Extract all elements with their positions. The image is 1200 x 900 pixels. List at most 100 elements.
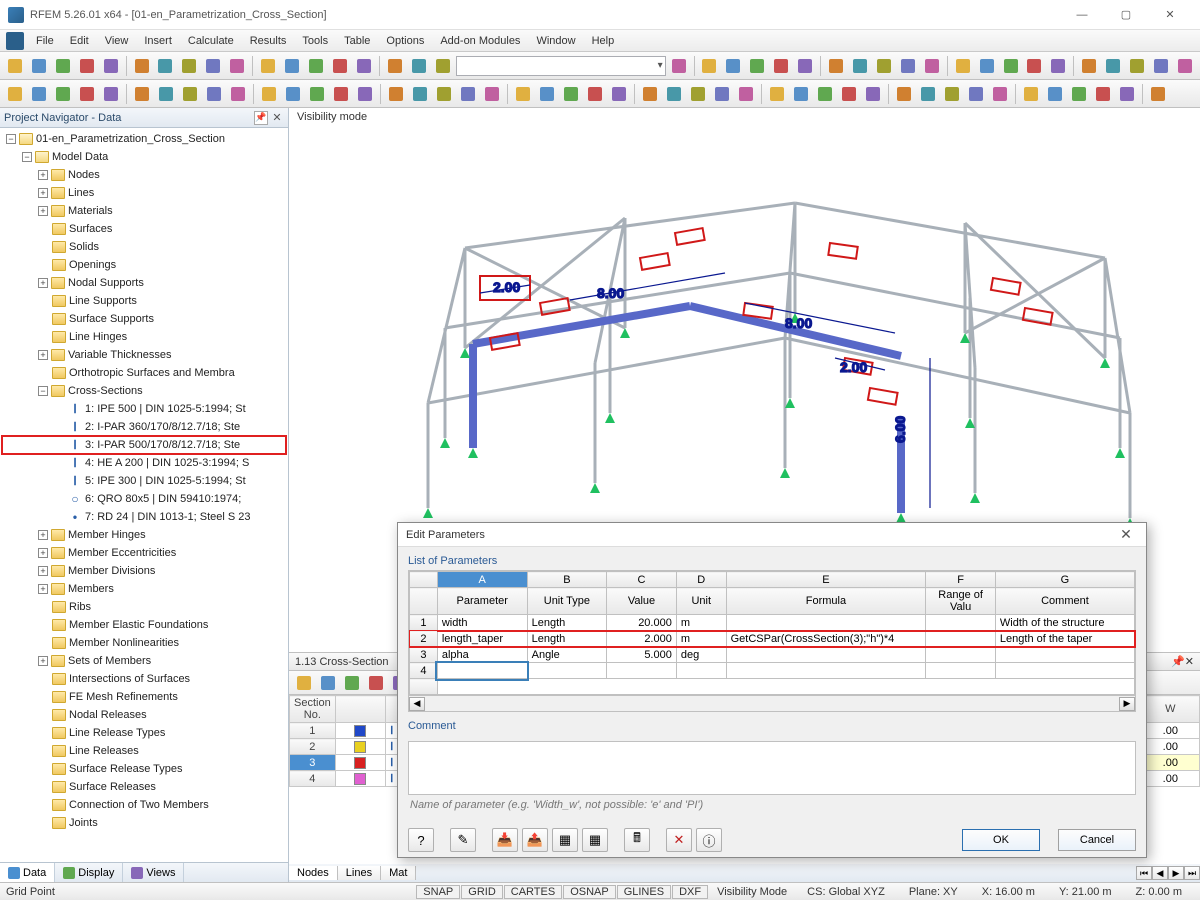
toolbar-button[interactable] xyxy=(179,83,201,105)
table-tab-nodes[interactable]: Nodes xyxy=(289,866,338,880)
tree-node[interactable]: Ⅰ5: IPE 300 | DIN 1025-5:1994; St xyxy=(2,472,286,490)
toolbar-button[interactable] xyxy=(408,55,430,77)
toolbar-button[interactable] xyxy=(4,55,26,77)
toolbar-button[interactable] xyxy=(282,83,304,105)
info-button[interactable]: ⓘ xyxy=(696,828,722,852)
toolbar-button[interactable] xyxy=(941,83,963,105)
toolbar-button[interactable] xyxy=(560,83,582,105)
ok-button[interactable]: OK xyxy=(962,829,1040,851)
maximize-button[interactable]: ▢ xyxy=(1104,1,1148,29)
param-row[interactable]: 4 xyxy=(410,663,1135,679)
toolbar-button[interactable] xyxy=(384,55,406,77)
toolbar-button[interactable] xyxy=(317,672,339,694)
tree-node[interactable]: −Cross-Sections xyxy=(2,382,286,400)
loadcase-combo[interactable]: ▾ xyxy=(456,56,666,76)
table-tab-mat[interactable]: Mat xyxy=(381,866,416,880)
menu-help[interactable]: Help xyxy=(584,33,623,49)
menu-tools[interactable]: Tools xyxy=(294,33,336,49)
toolbar-button[interactable] xyxy=(329,55,351,77)
menu-table[interactable]: Table xyxy=(336,33,378,49)
toolbar-button[interactable] xyxy=(52,83,74,105)
toolbar-button[interactable] xyxy=(76,83,98,105)
tree-node[interactable]: Connection of Two Members xyxy=(2,796,286,814)
scroll-right-button[interactable]: ▶ xyxy=(1119,697,1135,711)
toolbar-button[interactable] xyxy=(354,83,376,105)
tree-node[interactable]: +Variable Thicknesses xyxy=(2,346,286,364)
param-row[interactable]: 3alphaAngle5.000deg xyxy=(410,647,1135,663)
toolbar-button[interactable] xyxy=(1150,55,1172,77)
table-next-button[interactable]: ▶ xyxy=(1168,866,1184,880)
tree-node[interactable]: Ⅰ2: I-PAR 360/170/8/12.7/18; Ste xyxy=(2,418,286,436)
toolbar-button[interactable] xyxy=(52,55,74,77)
toolbar-button[interactable] xyxy=(341,672,363,694)
parameters-grid[interactable]: ABCDEFG ParameterUnit TypeValueUnitFormu… xyxy=(408,570,1136,696)
toolbar-button[interactable] xyxy=(989,83,1011,105)
expand-icon[interactable]: + xyxy=(38,656,48,666)
toolbar-button[interactable] xyxy=(4,83,26,105)
expand-icon[interactable]: + xyxy=(38,566,48,576)
tree-node[interactable]: Member Elastic Foundations xyxy=(2,616,286,634)
calculator-button[interactable]: 🖩 xyxy=(624,828,650,852)
scroll-left-button[interactable]: ◀ xyxy=(409,697,425,711)
tree-node[interactable]: •7: RD 24 | DIN 1013-1; Steel S 23 xyxy=(2,508,286,526)
toolbar-button[interactable] xyxy=(711,83,733,105)
delete-button[interactable]: ✕ xyxy=(666,828,692,852)
collapse-icon[interactable]: − xyxy=(22,152,32,162)
toolbar-button[interactable] xyxy=(838,83,860,105)
toolbar-button[interactable] xyxy=(849,55,871,77)
app-menu-icon[interactable] xyxy=(6,32,24,50)
table-first-button[interactable]: ⏮ xyxy=(1136,866,1152,880)
tree-node[interactable]: Intersections of Surfaces xyxy=(2,670,286,688)
toolbar-button[interactable] xyxy=(952,55,974,77)
tree-node[interactable]: Ribs xyxy=(2,598,286,616)
toolbar-button[interactable] xyxy=(28,83,50,105)
toolbar-button[interactable] xyxy=(663,83,685,105)
nav-tab-data[interactable]: Data xyxy=(0,863,55,882)
tree-node[interactable]: +Nodes xyxy=(2,166,286,184)
toolbar-button[interactable] xyxy=(258,83,280,105)
tree-node[interactable]: +Lines xyxy=(2,184,286,202)
toolbar-button[interactable] xyxy=(687,83,709,105)
toolbar-button[interactable] xyxy=(699,55,721,77)
edit-button[interactable]: ✎ xyxy=(450,828,476,852)
excel-in-icon[interactable]: ▦ xyxy=(552,828,578,852)
menu-addon[interactable]: Add-on Modules xyxy=(432,33,528,49)
menu-insert[interactable]: Insert xyxy=(136,33,180,49)
toolbar-button[interactable] xyxy=(293,672,315,694)
close-button[interactable]: ✕ xyxy=(1148,1,1192,29)
toolbar-button[interactable] xyxy=(178,55,200,77)
toolbar-button[interactable] xyxy=(432,55,454,77)
toolbar-button[interactable] xyxy=(921,55,943,77)
tree-node[interactable]: +Sets of Members xyxy=(2,652,286,670)
tree-node[interactable]: Surfaces xyxy=(2,220,286,238)
expand-icon[interactable]: + xyxy=(38,278,48,288)
toolbar-button[interactable] xyxy=(330,83,352,105)
table-close-button[interactable]: ✕ xyxy=(1185,655,1194,668)
toolbar-button[interactable] xyxy=(608,83,630,105)
toolbar-button[interactable] xyxy=(1174,55,1196,77)
tree-node[interactable]: +Member Eccentricities xyxy=(2,544,286,562)
tree-node[interactable]: Surface Supports xyxy=(2,310,286,328)
toolbar-button[interactable] xyxy=(814,83,836,105)
toolbar-button[interactable] xyxy=(202,55,224,77)
toolbar-button[interactable] xyxy=(639,83,661,105)
toolbar-button[interactable] xyxy=(155,83,177,105)
import-button[interactable]: 📥 xyxy=(492,828,518,852)
toolbar-button[interactable] xyxy=(766,83,788,105)
toolbar-button[interactable] xyxy=(409,83,431,105)
tree-node[interactable]: Line Hinges xyxy=(2,328,286,346)
toolbar-button[interactable] xyxy=(100,83,122,105)
toolbar-button[interactable] xyxy=(584,83,606,105)
tree-node[interactable]: Solids xyxy=(2,238,286,256)
toolbar-button[interactable] xyxy=(512,83,534,105)
toolbar-button[interactable] xyxy=(1020,83,1042,105)
toolbar-button[interactable] xyxy=(1000,55,1022,77)
expand-icon[interactable]: + xyxy=(38,530,48,540)
tree-node[interactable]: Joints xyxy=(2,814,286,832)
menu-edit[interactable]: Edit xyxy=(62,33,97,49)
toolbar-button[interactable] xyxy=(735,83,757,105)
dialog-close-button[interactable]: ✕ xyxy=(1114,525,1138,545)
tree-node[interactable]: Line Releases xyxy=(2,742,286,760)
comment-field[interactable] xyxy=(408,741,1136,795)
nav-tab-display[interactable]: Display xyxy=(55,863,123,882)
